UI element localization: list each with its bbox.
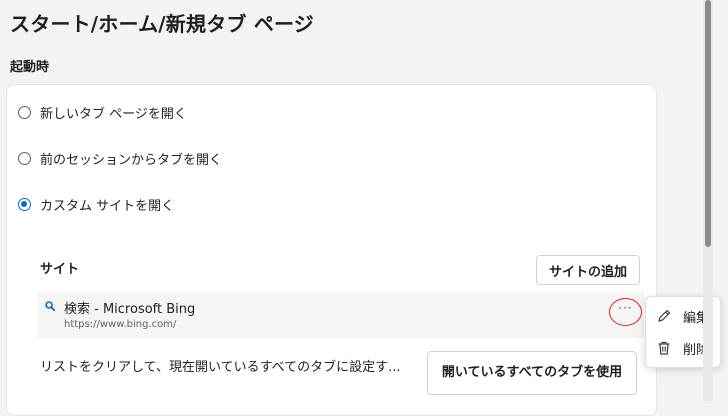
search-icon — [45, 301, 55, 311]
scrollbar-thumb[interactable] — [705, 0, 711, 247]
radio-label: 新しいタブ ページを開く — [40, 106, 187, 122]
trash-icon — [658, 341, 670, 355]
site-url: https://www.bing.com/ — [64, 319, 177, 330]
radio-button-selected[interactable] — [18, 197, 31, 211]
startup-section-title: 起動時 — [10, 60, 50, 75]
page-title: スタート/ホーム/新規タブ ページ — [10, 12, 314, 36]
site-list-item[interactable]: 検索 - Microsoft Bing https://www.bing.com… — [38, 292, 644, 338]
sites-heading: サイト — [40, 262, 80, 277]
radio-option-previous-session[interactable]: 前のセッションからタブを開く — [18, 148, 222, 168]
radio-option-custom-sites[interactable]: カスタム サイトを開く — [18, 194, 174, 214]
pencil-icon — [658, 309, 671, 322]
clear-list-description: リストをクリアして、現在開いているすべてのタブに設定す... — [40, 360, 401, 375]
site-title: 検索 - Microsoft Bing — [64, 302, 196, 317]
radio-button[interactable] — [18, 151, 31, 165]
radio-label: 前のセッションからタブを開く — [40, 152, 223, 168]
add-site-button[interactable]: サイトの追加 — [536, 255, 640, 285]
radio-label: カスタム サイトを開く — [40, 198, 175, 214]
use-all-open-tabs-button[interactable]: 開いているすべてのタブを使用 — [427, 351, 637, 395]
radio-button[interactable] — [18, 105, 31, 119]
radio-option-new-tab[interactable]: 新しいタブ ページを開く — [18, 102, 187, 122]
more-options-button[interactable]: ··· — [609, 298, 642, 326]
